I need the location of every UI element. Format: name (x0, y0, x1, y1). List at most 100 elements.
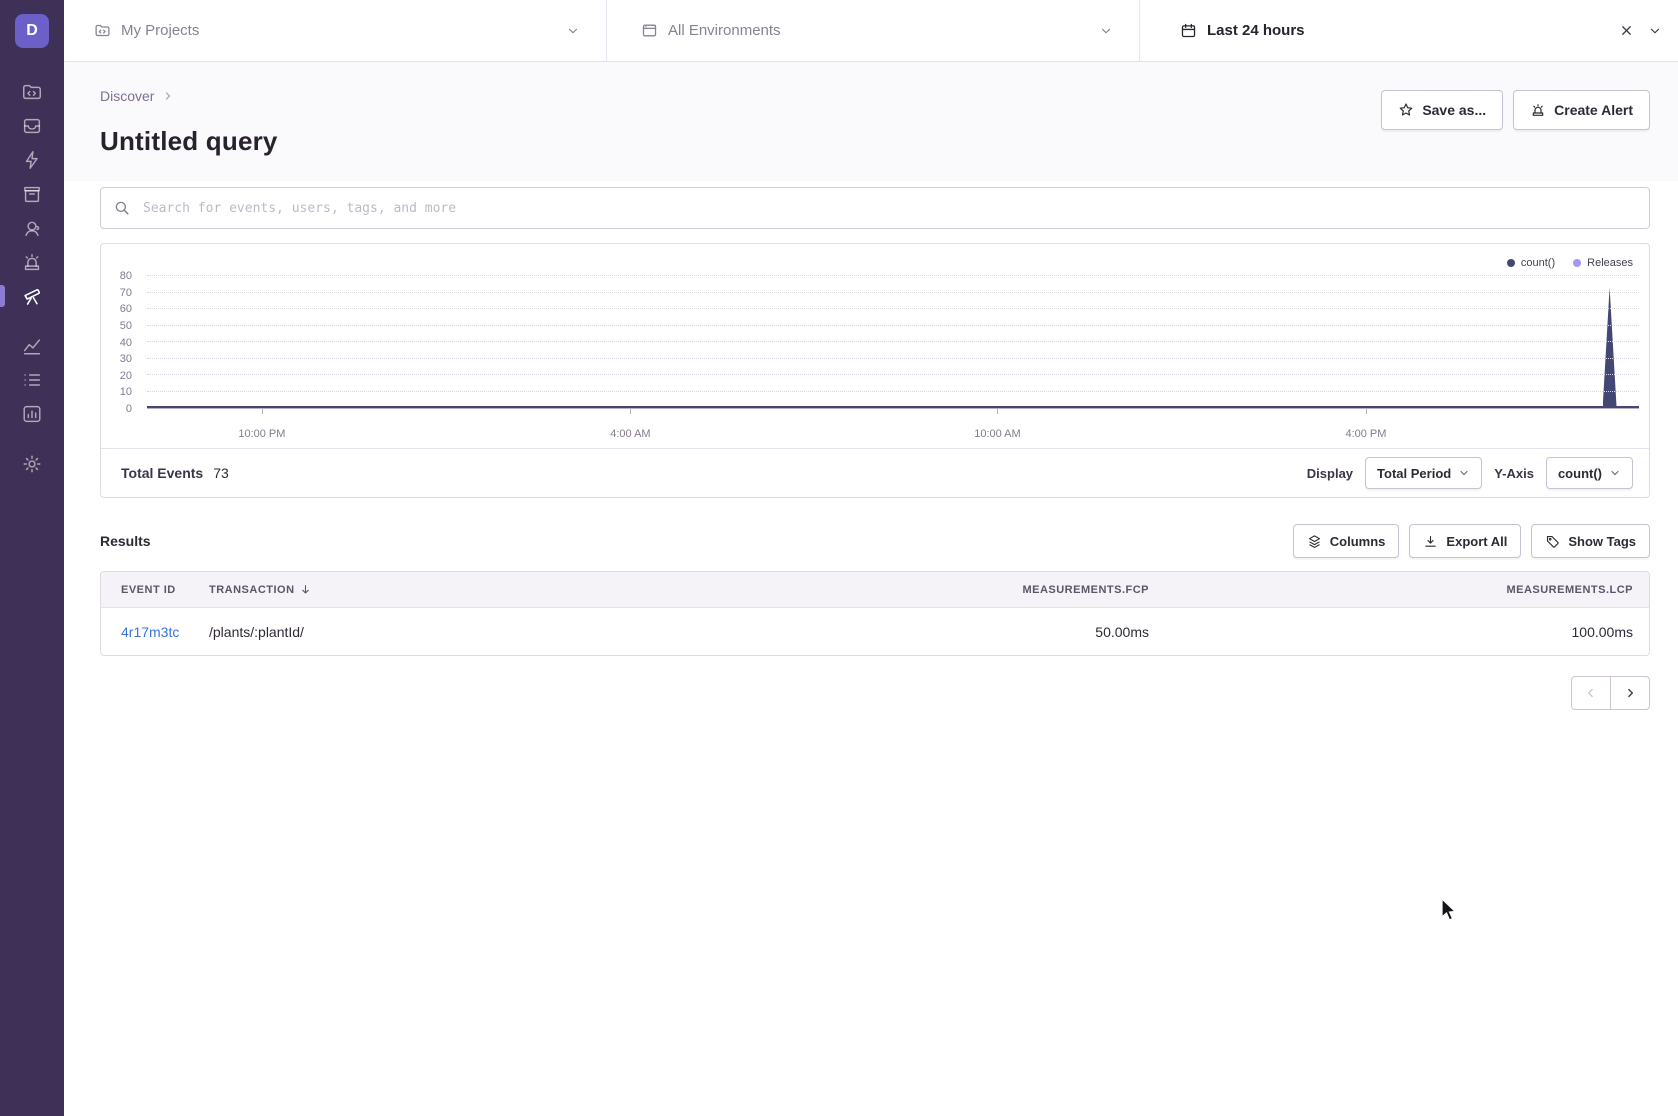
project-selector-label: My Projects (121, 22, 199, 39)
event-id-link[interactable]: 4r17m3tc (121, 624, 179, 640)
show-tags-button[interactable]: Show Tags (1531, 524, 1650, 558)
page-header: Discover Untitled query Save as... Creat… (64, 62, 1678, 181)
x-tick-label: 10:00 PM (238, 428, 285, 440)
y-tick-label: 50 (120, 320, 132, 332)
app-window: D (0, 0, 1678, 1116)
x-tick-mark (262, 409, 263, 414)
y-tick-label: 20 (120, 370, 132, 382)
page-title: Untitled query (100, 126, 278, 157)
table-row: 4r17m3tc /plants/:plantId/ 50.00ms 100.0… (101, 608, 1649, 655)
save-as-button[interactable]: Save as... (1381, 90, 1503, 130)
chevron-down-icon[interactable] (1648, 24, 1662, 38)
date-range-selector[interactable]: Last 24 hours (1140, 0, 1678, 61)
sidebar-item-discover[interactable] (0, 279, 64, 313)
save-as-label: Save as... (1422, 102, 1486, 118)
gridline (147, 325, 1639, 326)
previous-page-button[interactable] (1571, 676, 1611, 710)
gridline (147, 308, 1639, 309)
main-content: My Projects All Environments Last 24 hou… (64, 0, 1678, 1116)
create-alert-button[interactable]: Create Alert (1513, 90, 1650, 130)
y-tick-label: 40 (120, 337, 132, 349)
count-legend-dot-icon (1507, 259, 1515, 267)
inbox-icon (21, 115, 43, 137)
gridline (147, 275, 1639, 276)
legend-count-label: count() (1521, 257, 1555, 269)
y-tick-label: 30 (120, 353, 132, 365)
sidebar-item-metrics[interactable] (0, 329, 64, 363)
chart-legend: count() Releases (1507, 257, 1633, 269)
chevron-down-icon (1609, 467, 1621, 479)
column-header-transaction[interactable]: TRANSACTION (209, 583, 539, 596)
telescope-icon (21, 285, 43, 307)
project-selector[interactable]: My Projects (64, 0, 607, 61)
chevron-right-icon (1623, 686, 1637, 700)
x-axis-labels: 10:00 PM 4:00 AM 10:00 AM 4:00 PM (147, 428, 1639, 442)
x-tick-label: 10:00 AM (974, 428, 1020, 440)
environment-selector[interactable]: All Environments (607, 0, 1140, 61)
gear-icon (21, 453, 43, 475)
folder-code-icon (94, 22, 111, 39)
headset-person-icon (21, 217, 43, 239)
sidebar-item-stats[interactable] (0, 397, 64, 431)
star-icon (1398, 102, 1414, 118)
gridline (147, 292, 1639, 293)
clear-date-icon[interactable] (1619, 23, 1634, 38)
list-icon (21, 369, 43, 391)
y-tick-label: 0 (126, 403, 132, 415)
y-tick-label: 70 (120, 287, 132, 299)
pagination (100, 676, 1650, 710)
export-all-button[interactable]: Export All (1409, 524, 1521, 558)
window-icon (641, 22, 658, 39)
topbar: My Projects All Environments Last 24 hou… (64, 0, 1678, 62)
sidebar-item-user-feedback[interactable] (0, 211, 64, 245)
gridline (147, 374, 1639, 375)
sidebar-item-issues[interactable] (0, 109, 64, 143)
y-axis-value: count() (1558, 466, 1602, 481)
siren-icon (21, 251, 43, 273)
x-tick-mark (1366, 409, 1367, 414)
next-page-button[interactable] (1610, 676, 1650, 710)
sidebar-item-alerts[interactable] (0, 245, 64, 279)
column-header-measurements-fcp[interactable]: MEASUREMENTS.FCP (539, 584, 1149, 596)
date-range-label: Last 24 hours (1207, 22, 1305, 39)
sidebar-item-releases[interactable] (0, 177, 64, 211)
org-avatar[interactable]: D (15, 14, 49, 48)
x-tick-mark (630, 409, 631, 414)
breadcrumb-discover[interactable]: Discover (100, 88, 154, 104)
tag-icon (1545, 534, 1560, 549)
legend-item-count[interactable]: count() (1507, 257, 1555, 269)
events-chart-panel: count() Releases 01020304050607080 10:00… (100, 243, 1650, 498)
x-tick-label: 4:00 PM (1345, 428, 1386, 440)
lightning-icon (21, 149, 43, 171)
download-icon (1423, 534, 1438, 549)
display-value: Total Period (1377, 466, 1451, 481)
gridline (147, 391, 1639, 392)
columns-label: Columns (1330, 534, 1386, 549)
search-input[interactable] (100, 187, 1650, 229)
total-events-value: 73 (213, 465, 229, 481)
chevron-down-icon (1458, 467, 1470, 479)
results-title: Results (100, 533, 151, 549)
bar-chart-icon (21, 403, 43, 425)
y-axis-labels: 01020304050607080 (101, 276, 141, 409)
search-row (64, 181, 1678, 229)
y-tick-label: 80 (120, 270, 132, 282)
y-axis-dropdown[interactable]: count() (1546, 457, 1633, 489)
sidebar: D (0, 0, 64, 1116)
display-label: Display (1307, 466, 1353, 481)
archive-box-icon (21, 183, 43, 205)
x-tick-label: 4:00 AM (610, 428, 650, 440)
lcp-cell: 100.00ms (1149, 624, 1633, 640)
sidebar-item-settings[interactable] (0, 447, 64, 481)
sidebar-item-projects[interactable] (0, 75, 64, 109)
display-dropdown[interactable]: Total Period (1365, 457, 1482, 489)
legend-item-releases[interactable]: Releases (1573, 257, 1633, 269)
columns-button[interactable]: Columns (1293, 524, 1400, 558)
siren-icon (1530, 102, 1546, 118)
column-header-event-id[interactable]: EVENT ID (121, 584, 209, 596)
sidebar-item-replays[interactable] (0, 363, 64, 397)
sidebar-item-performance[interactable] (0, 143, 64, 177)
chevron-down-icon (566, 24, 580, 38)
column-header-measurements-lcp[interactable]: MEASUREMENTS.LCP (1149, 584, 1633, 596)
plot-area (147, 276, 1639, 409)
